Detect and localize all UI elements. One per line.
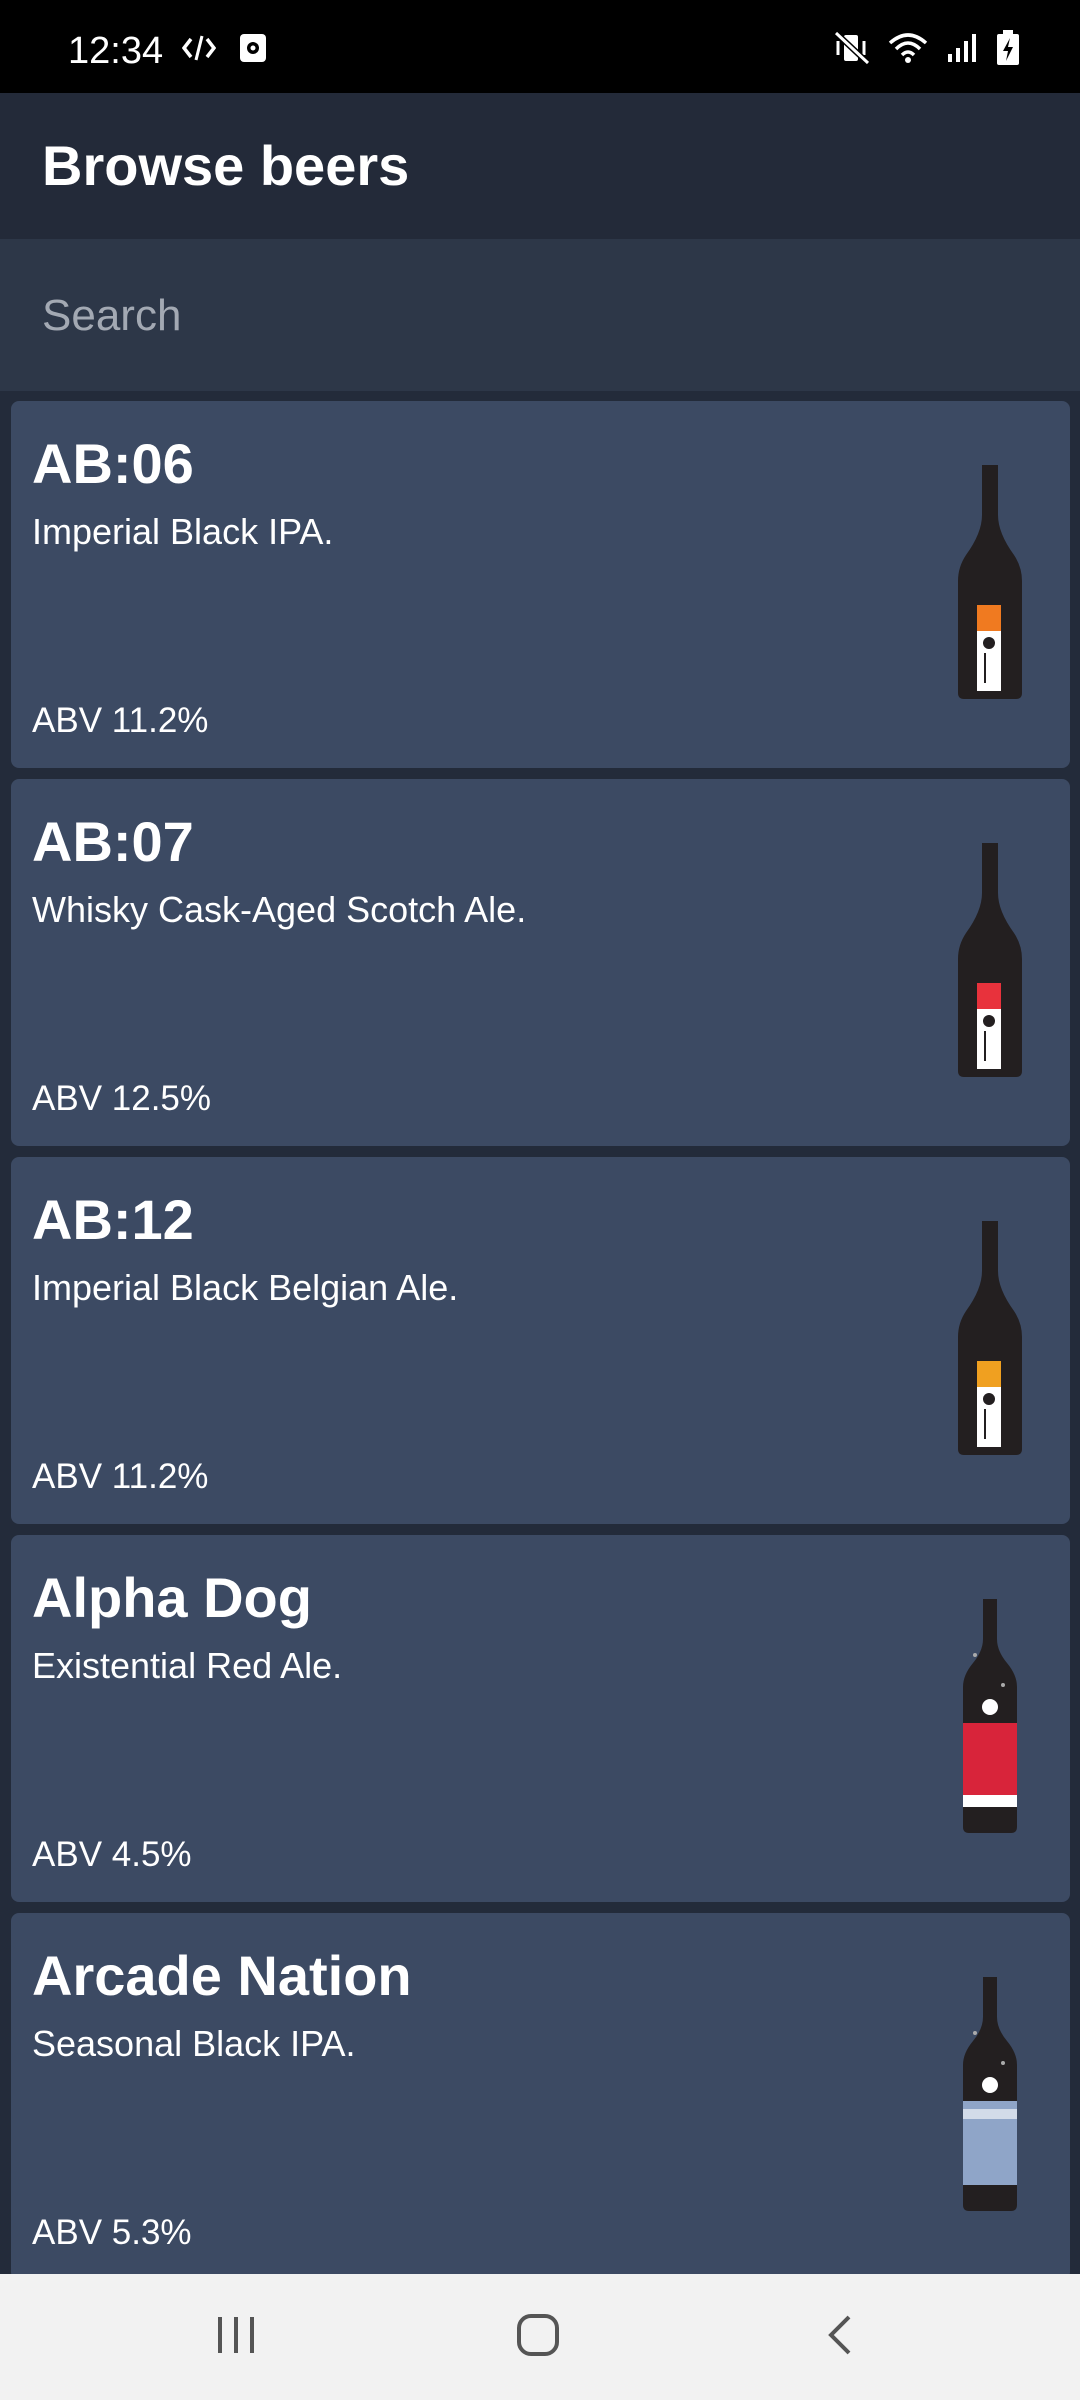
screen-record-icon: [238, 32, 268, 69]
beer-tagline: Imperial Black IPA.: [32, 511, 334, 552]
beer-bottle-image: [958, 1221, 1022, 1455]
beer-bottle-image: [958, 843, 1022, 1077]
mute-vibrate-icon: [833, 30, 871, 70]
beer-abv: ABV 4.5%: [32, 1835, 192, 1874]
battery-charging-icon: [996, 30, 1020, 71]
beer-bottle-image: [958, 465, 1022, 699]
page-title: Browse beers: [42, 134, 410, 197]
beer-list[interactable]: AB:06 Imperial Black IPA. ABV 11.2% AB:0…: [0, 391, 1080, 2274]
beer-tagline: Whisky Cask-Aged Scotch Ale.: [32, 889, 527, 930]
status-right-icons: [833, 30, 1020, 71]
beer-card[interactable]: Arcade Nation Seasonal Black IPA. ABV 5.…: [11, 1913, 1070, 2274]
recent-apps-button[interactable]: [136, 2274, 336, 2400]
status-time: 12:34: [68, 30, 164, 72]
signal-icon: [946, 32, 978, 69]
back-button[interactable]: [740, 2274, 940, 2400]
beer-card[interactable]: AB:07 Whisky Cask-Aged Scotch Ale. ABV 1…: [11, 779, 1070, 1146]
beer-name: Arcade Nation: [32, 1944, 412, 2007]
search-bar: [0, 239, 1080, 391]
search-input[interactable]: [42, 281, 1042, 351]
beer-abv: ABV 11.2%: [32, 1457, 209, 1496]
app-bar: Browse beers: [0, 93, 1080, 239]
beer-abv: ABV 5.3%: [32, 2213, 192, 2252]
beer-bottle-image: [963, 1599, 1017, 1833]
beer-card[interactable]: Alpha Dog Existential Red Ale. ABV 4.5%: [11, 1535, 1070, 1902]
status-left-icons: [181, 32, 268, 69]
beer-name: AB:12: [32, 1188, 194, 1251]
beer-name: AB:07: [32, 810, 194, 873]
back-icon: [825, 2313, 855, 2362]
status-bar: 12:34: [0, 0, 1080, 93]
beer-tagline: Imperial Black Belgian Ale.: [32, 1267, 459, 1308]
beer-abv: ABV 11.2%: [32, 701, 209, 740]
beer-card[interactable]: AB:12 Imperial Black Belgian Ale. ABV 11…: [11, 1157, 1070, 1524]
code-icon: [181, 33, 217, 68]
beer-abv: ABV 12.5%: [32, 1079, 211, 1118]
wifi-icon: [888, 31, 928, 70]
beer-tagline: Seasonal Black IPA.: [32, 2023, 356, 2064]
beer-name: Alpha Dog: [32, 1566, 312, 1629]
beer-bottle-image: [963, 1977, 1017, 2211]
recent-apps-icon: [215, 2315, 257, 2360]
home-button[interactable]: [438, 2274, 638, 2400]
beer-tagline: Existential Red Ale.: [32, 1645, 343, 1686]
beer-name: AB:06: [32, 432, 194, 495]
home-icon: [516, 2313, 560, 2362]
system-nav-bar: [0, 2274, 1080, 2400]
beer-card[interactable]: AB:06 Imperial Black IPA. ABV 11.2%: [11, 401, 1070, 768]
